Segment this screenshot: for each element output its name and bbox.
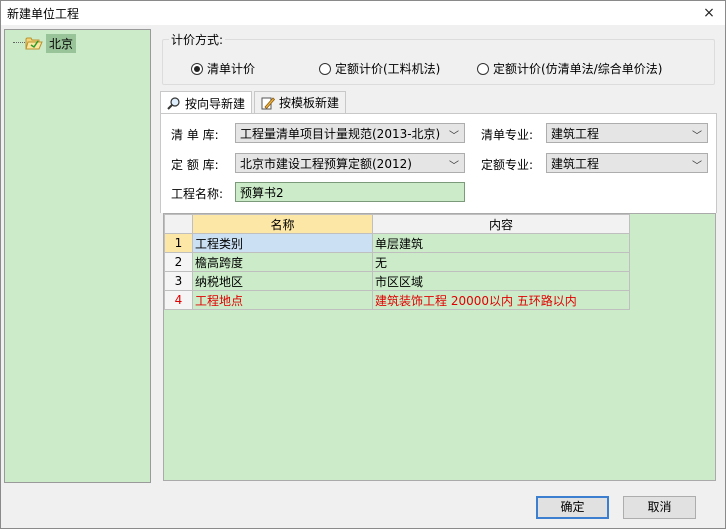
- row-content-cell[interactable]: 无: [372, 252, 630, 272]
- row-number: 4: [164, 290, 193, 310]
- table-row[interactable]: 4 工程地点 建筑装饰工程 20000以内 五环路以内: [164, 290, 630, 310]
- radio-quota-labor[interactable]: 定额计价(工料机法): [319, 60, 440, 77]
- list-major-select[interactable]: 建筑工程 ﹀: [546, 123, 708, 143]
- row-name-cell[interactable]: 工程地点: [192, 290, 373, 310]
- project-name-value: 预算书2: [240, 185, 284, 200]
- row-name-cell[interactable]: 纳税地区: [192, 271, 373, 291]
- chevron-down-icon: ﹀: [692, 161, 702, 172]
- tab-wizard[interactable]: 按向导新建: [160, 91, 253, 114]
- quota-major-value: 建筑工程: [551, 156, 600, 171]
- list-library-label: 清 单 库:: [171, 128, 219, 142]
- quota-library-label: 定 额 库:: [171, 158, 219, 172]
- row-content-cell[interactable]: 市区区域: [372, 271, 630, 291]
- corner-cell: [164, 214, 193, 234]
- radio-list-pricing[interactable]: 清单计价: [191, 60, 255, 77]
- magnifier-icon: [167, 96, 181, 110]
- row-name-cell[interactable]: 檐高跨度: [192, 252, 373, 272]
- tab-label: 按向导新建: [185, 96, 246, 111]
- quota-library-value: 北京市建设工程预算定额(2012): [240, 156, 412, 171]
- tree-connector: [13, 42, 25, 43]
- project-name-input[interactable]: 预算书2: [235, 182, 465, 202]
- tab-template[interactable]: 按模板新建: [254, 91, 347, 113]
- list-major-value: 建筑工程: [551, 126, 600, 141]
- main-panel: 计价方式: 清单计价 定额计价(工料机法) 定额计价(仿清单法/综合单价法) 按…: [156, 29, 719, 483]
- table-row[interactable]: 3 纳税地区 市区区域: [164, 271, 630, 291]
- list-library-value: 工程量清单项目计量规范(2013-北京): [240, 126, 441, 141]
- ok-button[interactable]: 确定: [536, 496, 609, 519]
- pricing-method-group: 计价方式: 清单计价 定额计价(工料机法) 定额计价(仿清单法/综合单价法): [162, 31, 715, 85]
- tab-label: 按模板新建: [279, 96, 340, 110]
- info-table: 名称 内容 1 工程类别 单层建筑 2 檐高跨度 无 3 纳税地区 市区区域 4…: [164, 214, 630, 310]
- chevron-down-icon: ﹀: [449, 131, 459, 142]
- row-content-cell[interactable]: 建筑装饰工程 20000以内 五环路以内: [372, 290, 630, 310]
- row-number: 1: [164, 233, 193, 253]
- column-header-content[interactable]: 内容: [372, 214, 630, 234]
- project-info-grid: 名称 内容 1 工程类别 单层建筑 2 檐高跨度 无 3 纳税地区 市区区域 4…: [163, 213, 716, 481]
- row-content-cell[interactable]: 单层建筑: [372, 233, 630, 253]
- quota-library-select[interactable]: 北京市建设工程预算定额(2012) ﹀: [235, 153, 465, 173]
- tree-item-beijing[interactable]: 北京: [25, 33, 77, 53]
- chevron-down-icon: ﹀: [449, 161, 459, 172]
- project-form: 清 单 库: 工程量清单项目计量规范(2013-北京) ﹀ 清单专业: 建筑工程…: [160, 113, 717, 213]
- folder-open-icon: [25, 36, 43, 50]
- dialog-footer: 确定 取消: [1, 488, 725, 528]
- new-project-dialog: 新建单位工程 × 北京 计价方式: 清单计价 定额计价(工料机法) 定额计价(仿…: [0, 0, 726, 529]
- row-number: 3: [164, 271, 193, 291]
- column-header-name[interactable]: 名称: [192, 214, 373, 234]
- radio-label: 定额计价(工料机法): [335, 62, 441, 76]
- quota-major-select[interactable]: 建筑工程 ﹀: [546, 153, 708, 173]
- edit-document-icon: [261, 96, 276, 110]
- window-title: 新建单位工程: [7, 7, 80, 21]
- list-major-label: 清单专业:: [481, 128, 534, 142]
- quota-major-label: 定额专业:: [481, 158, 534, 172]
- table-header-row: 名称 内容: [164, 214, 630, 234]
- table-row[interactable]: 1 工程类别 单层建筑: [164, 233, 630, 253]
- tree-item-label: 北京: [46, 33, 77, 53]
- cancel-button[interactable]: 取消: [623, 496, 696, 519]
- pricing-method-title: 计价方式:: [169, 31, 226, 48]
- radio-unselected-icon: [477, 62, 489, 75]
- region-tree: 北京: [4, 29, 151, 483]
- radio-quota-composite[interactable]: 定额计价(仿清单法/综合单价法): [477, 60, 662, 77]
- chevron-down-icon: ﹀: [692, 131, 702, 142]
- row-name-cell[interactable]: 工程类别: [192, 233, 373, 253]
- title-bar: 新建单位工程 ×: [1, 1, 725, 25]
- close-icon[interactable]: ×: [699, 3, 719, 23]
- radio-label: 清单计价: [207, 62, 256, 76]
- row-number: 2: [164, 252, 193, 272]
- tab-strip: 按向导新建 按模板新建: [160, 91, 348, 114]
- project-name-label: 工程名称:: [171, 187, 224, 201]
- list-library-select[interactable]: 工程量清单项目计量规范(2013-北京) ﹀: [235, 123, 465, 143]
- radio-selected-icon: [191, 62, 203, 75]
- radio-label: 定额计价(仿清单法/综合单价法): [493, 62, 663, 76]
- table-row[interactable]: 2 檐高跨度 无: [164, 252, 630, 272]
- radio-unselected-icon: [319, 62, 331, 75]
